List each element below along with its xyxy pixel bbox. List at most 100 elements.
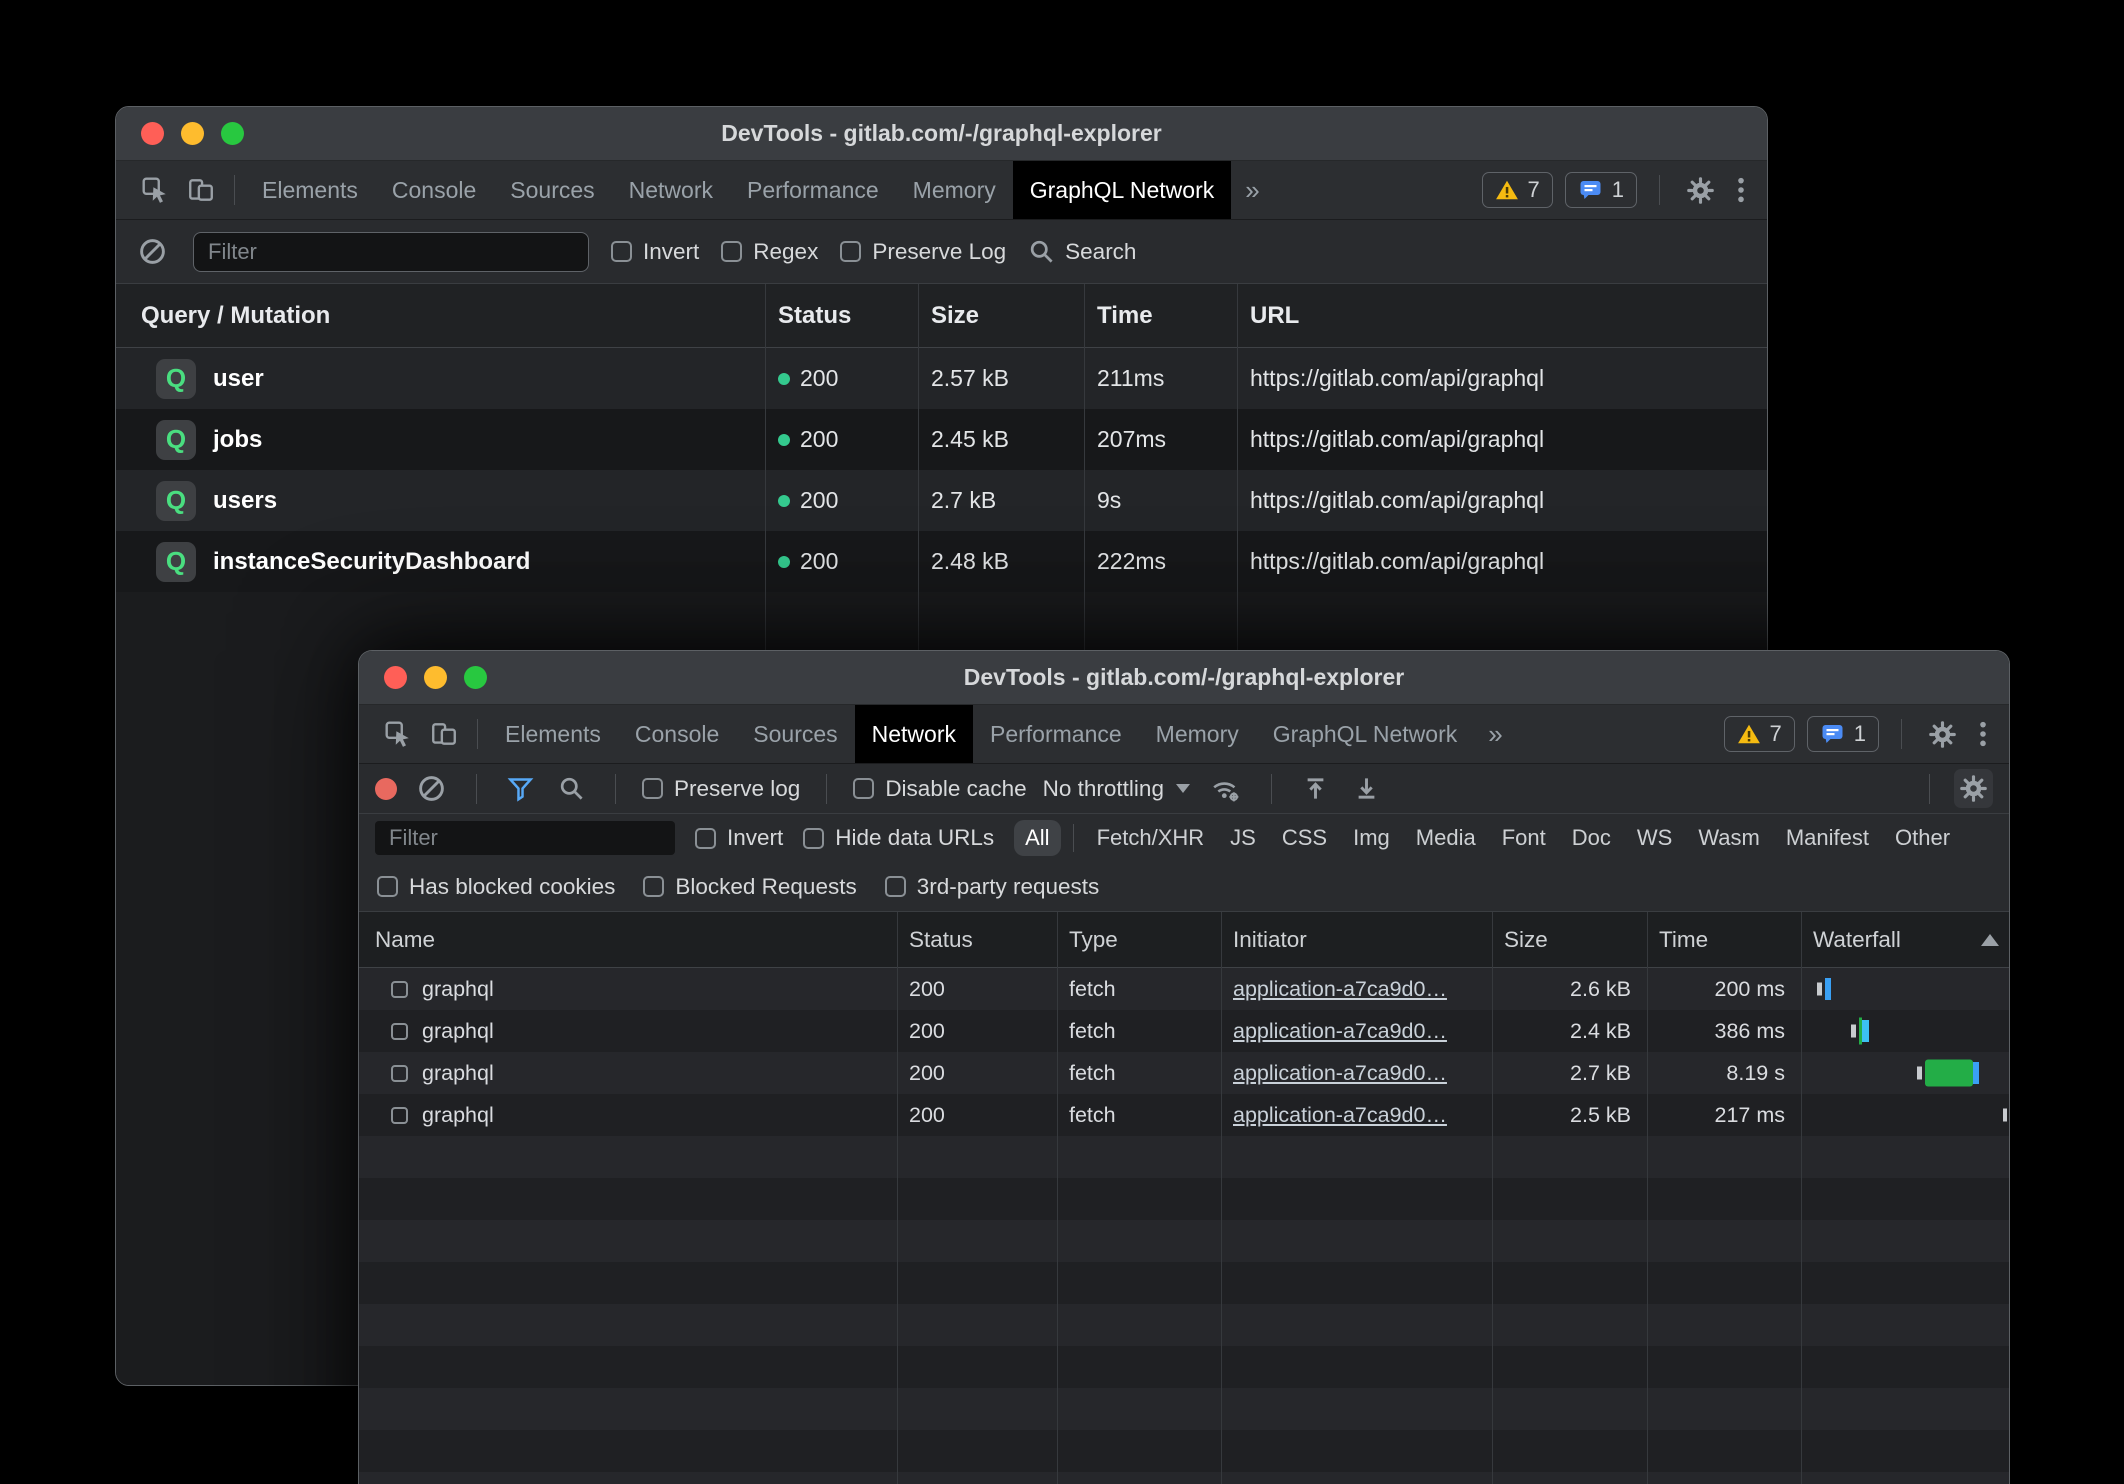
filter-chip-all[interactable]: All xyxy=(1014,820,1060,856)
column-header-time[interactable]: Time xyxy=(1084,302,1237,330)
import-har-icon[interactable] xyxy=(1298,771,1333,806)
filter-chip-font[interactable]: Font xyxy=(1491,820,1557,856)
initiator-link[interactable]: application-a7ca9d0… xyxy=(1233,977,1447,1001)
warnings-badge[interactable]: 7 xyxy=(1724,716,1795,752)
third-party-requests-label: 3rd-party requests xyxy=(917,874,1100,900)
column-header-query-mutation[interactable]: Query / Mutation xyxy=(116,302,765,330)
more-menu-icon[interactable] xyxy=(1731,172,1751,208)
tab-graphql-network[interactable]: GraphQL Network xyxy=(1256,705,1475,763)
filter-chip-ws[interactable]: WS xyxy=(1626,820,1683,856)
filter-input[interactable] xyxy=(193,232,589,272)
column-header-waterfall[interactable]: Waterfall xyxy=(1801,927,2009,953)
more-menu-icon[interactable] xyxy=(1973,716,1993,752)
blocked-requests-checkbox[interactable] xyxy=(643,876,664,897)
tab-console[interactable]: Console xyxy=(618,705,736,763)
column-header-type[interactable]: Type xyxy=(1057,927,1221,953)
has-blocked-cookies-checkbox[interactable] xyxy=(377,876,398,897)
request-row[interactable]: graphql 200 fetch application-a7ca9d0… 2… xyxy=(359,968,2009,1010)
sort-ascending-icon[interactable] xyxy=(1981,934,1999,946)
preserve-log-checkbox[interactable] xyxy=(642,778,663,799)
inspect-icon[interactable] xyxy=(132,161,178,219)
row-checkbox[interactable] xyxy=(391,1065,408,1082)
more-tabs-chevron-icon[interactable]: » xyxy=(1231,161,1273,219)
tab-sources[interactable]: Sources xyxy=(493,161,611,219)
close-window-button[interactable] xyxy=(384,666,407,689)
request-row[interactable]: graphql 200 fetch application-a7ca9d0… 2… xyxy=(359,1052,2009,1094)
network-conditions-icon[interactable] xyxy=(1206,770,1245,807)
tab-memory[interactable]: Memory xyxy=(896,161,1013,219)
inspect-icon[interactable] xyxy=(375,705,421,763)
query-row[interactable]: Q jobs 200 2.45 kB 207ms https://gitlab.… xyxy=(116,409,1767,470)
hide-data-urls-checkbox[interactable] xyxy=(803,828,824,849)
filter-chip-wasm[interactable]: Wasm xyxy=(1687,820,1771,856)
column-header-status[interactable]: Status xyxy=(765,302,918,330)
tab-sources[interactable]: Sources xyxy=(736,705,854,763)
export-har-icon[interactable] xyxy=(1349,771,1384,806)
filter-chip-css[interactable]: CSS xyxy=(1271,820,1338,856)
invert-checkbox[interactable] xyxy=(695,828,716,849)
column-header-name[interactable]: Name xyxy=(359,927,897,953)
record-button[interactable] xyxy=(375,778,397,800)
row-checkbox[interactable] xyxy=(391,1023,408,1040)
request-row[interactable]: graphql 200 fetch application-a7ca9d0… 2… xyxy=(359,1094,2009,1136)
more-tabs-chevron-icon[interactable]: » xyxy=(1474,705,1516,763)
clear-icon[interactable] xyxy=(413,770,450,807)
filter-chip-js[interactable]: JS xyxy=(1219,820,1267,856)
initiator-link[interactable]: application-a7ca9d0… xyxy=(1233,1061,1447,1085)
column-header-url[interactable]: URL xyxy=(1237,302,1767,330)
tab-performance[interactable]: Performance xyxy=(730,161,896,219)
row-checkbox[interactable] xyxy=(391,1107,408,1124)
query-row[interactable]: Q users 200 2.7 kB 9s https://gitlab.com… xyxy=(116,470,1767,531)
settings-gear-icon[interactable] xyxy=(1682,172,1719,209)
clear-icon[interactable] xyxy=(134,233,171,270)
row-checkbox[interactable] xyxy=(391,981,408,998)
column-header-size[interactable]: Size xyxy=(918,302,1084,330)
search-button[interactable]: Search xyxy=(1028,238,1136,265)
initiator-cell: application-a7ca9d0… xyxy=(1221,1103,1492,1128)
tab-performance[interactable]: Performance xyxy=(973,705,1139,763)
preserve-log-checkbox[interactable] xyxy=(840,241,861,262)
tab-network[interactable]: Network xyxy=(612,161,730,219)
query-row[interactable]: Q user 200 2.57 kB 211ms https://gitlab.… xyxy=(116,348,1767,409)
column-header-size[interactable]: Size xyxy=(1492,927,1647,953)
zoom-window-button[interactable] xyxy=(221,122,244,145)
search-icon[interactable] xyxy=(554,771,589,806)
throttling-select[interactable]: No throttling xyxy=(1043,776,1190,802)
third-party-requests-checkbox[interactable] xyxy=(885,876,906,897)
minimize-window-button[interactable] xyxy=(424,666,447,689)
tab-console[interactable]: Console xyxy=(375,161,493,219)
filter-chip-fetch-xhr[interactable]: Fetch/XHR xyxy=(1086,820,1216,856)
filter-chip-img[interactable]: Img xyxy=(1342,820,1401,856)
filter-funnel-icon[interactable] xyxy=(503,771,538,806)
regex-checkbox[interactable] xyxy=(721,241,742,262)
messages-badge[interactable]: 1 xyxy=(1807,716,1879,752)
minimize-window-button[interactable] xyxy=(181,122,204,145)
tab-memory[interactable]: Memory xyxy=(1139,705,1256,763)
invert-checkbox[interactable] xyxy=(611,241,632,262)
disable-cache-checkbox[interactable] xyxy=(853,778,874,799)
close-window-button[interactable] xyxy=(141,122,164,145)
query-row[interactable]: Q instanceSecurityDashboard 200 2.48 kB … xyxy=(116,531,1767,592)
filter-chip-manifest[interactable]: Manifest xyxy=(1775,820,1880,856)
tab-graphql-network[interactable]: GraphQL Network xyxy=(1013,161,1232,219)
tab-elements[interactable]: Elements xyxy=(488,705,618,763)
column-header-initiator[interactable]: Initiator xyxy=(1221,927,1492,953)
column-header-time[interactable]: Time xyxy=(1647,927,1801,953)
filter-chip-doc[interactable]: Doc xyxy=(1561,820,1622,856)
column-header-status[interactable]: Status xyxy=(897,927,1057,953)
zoom-window-button[interactable] xyxy=(464,666,487,689)
filter-input[interactable] xyxy=(375,821,675,855)
filter-chip-other[interactable]: Other xyxy=(1884,820,1961,856)
initiator-link[interactable]: application-a7ca9d0… xyxy=(1233,1019,1447,1043)
tab-network[interactable]: Network xyxy=(855,705,973,763)
network-settings-button[interactable] xyxy=(1954,769,1993,808)
device-toolbar-icon[interactable] xyxy=(178,161,224,219)
messages-badge[interactable]: 1 xyxy=(1565,172,1637,208)
device-toolbar-icon[interactable] xyxy=(421,705,467,763)
warnings-badge[interactable]: 7 xyxy=(1482,172,1553,208)
initiator-link[interactable]: application-a7ca9d0… xyxy=(1233,1103,1447,1127)
request-row[interactable]: graphql 200 fetch application-a7ca9d0… 2… xyxy=(359,1010,2009,1052)
settings-gear-icon[interactable] xyxy=(1924,716,1961,753)
filter-chip-media[interactable]: Media xyxy=(1405,820,1487,856)
tab-elements[interactable]: Elements xyxy=(245,161,375,219)
